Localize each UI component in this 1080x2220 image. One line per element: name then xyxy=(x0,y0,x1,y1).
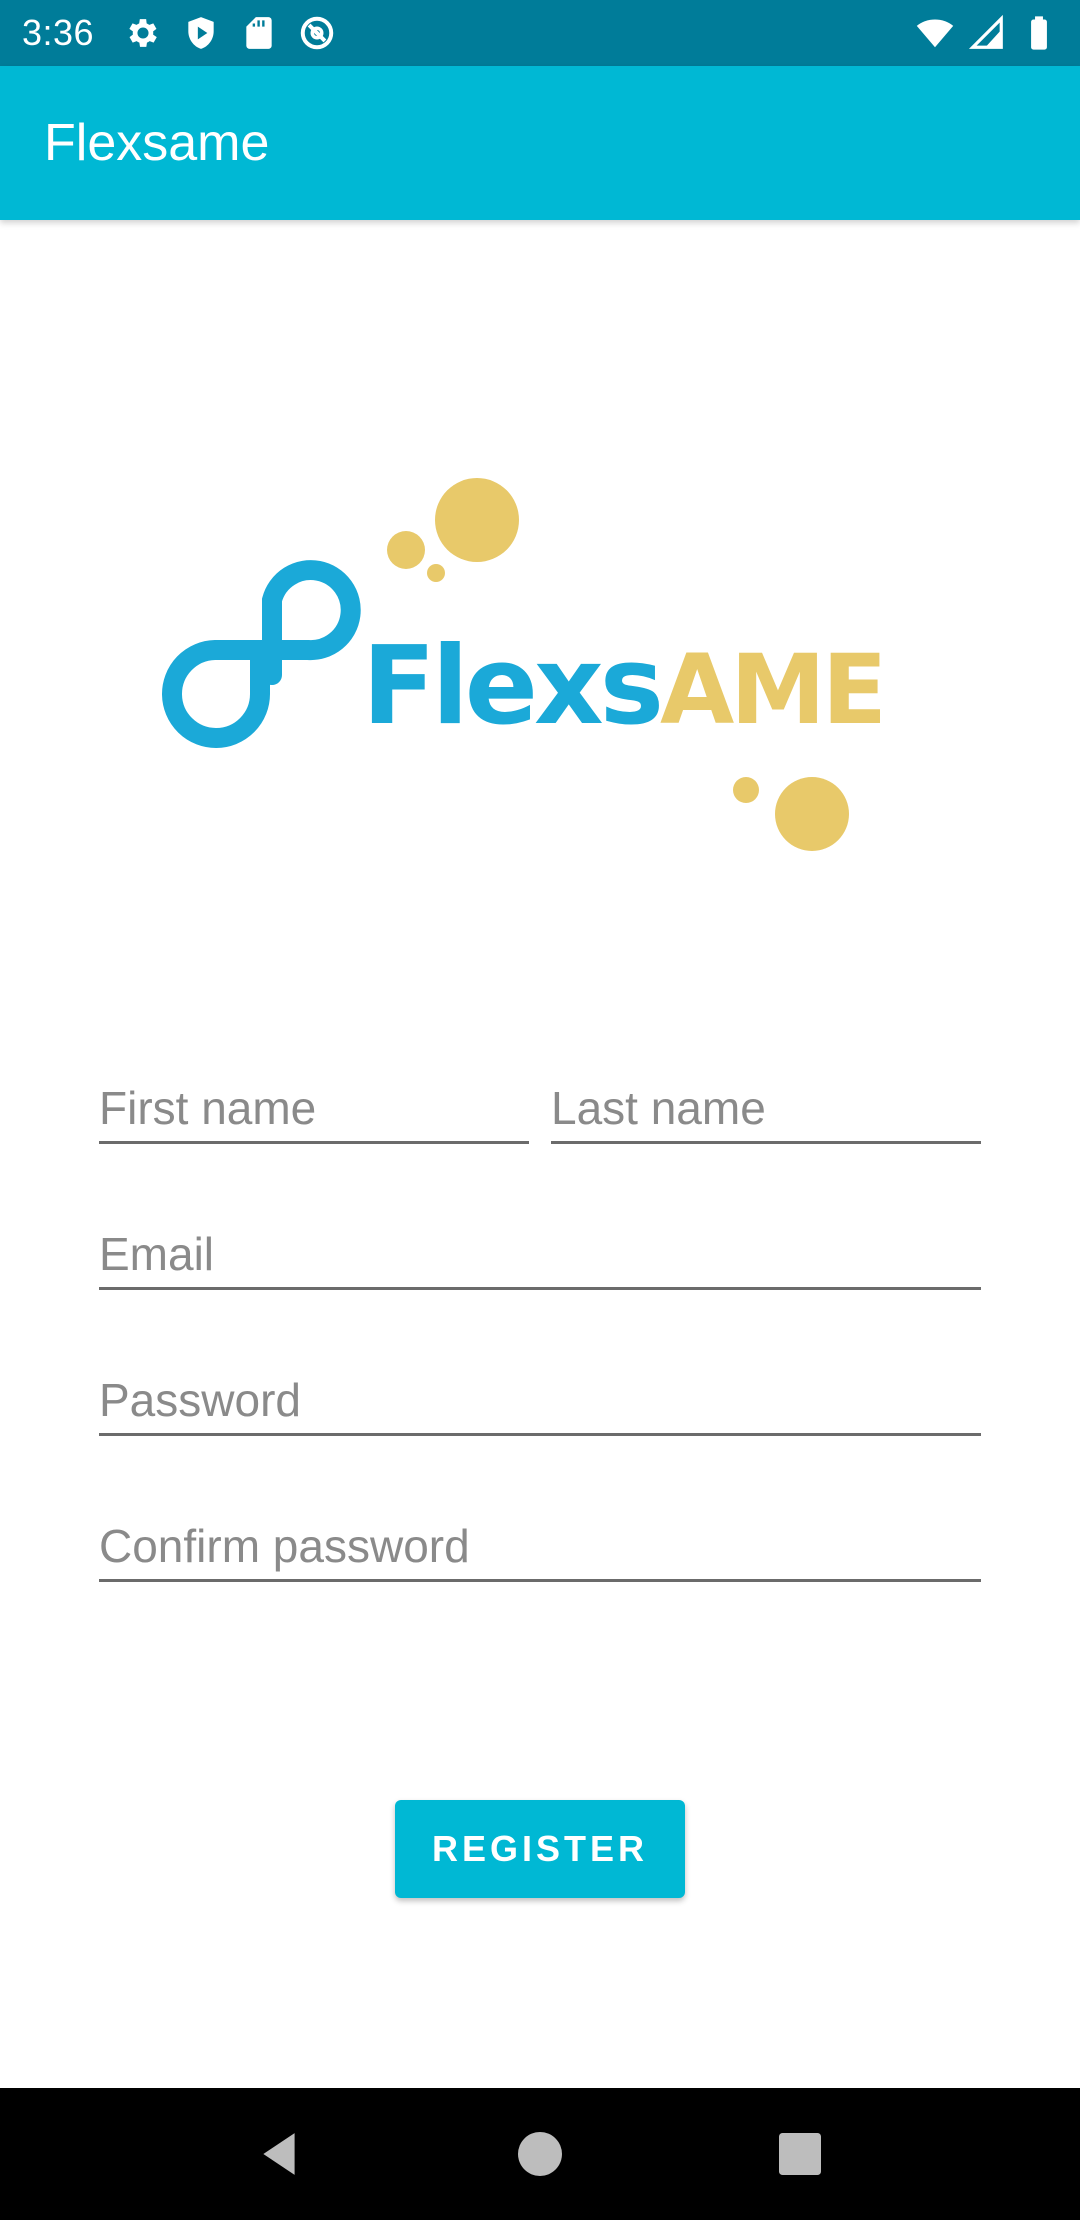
last-name-field-container xyxy=(551,1074,981,1144)
first-name-field-container xyxy=(99,1074,529,1144)
logo-mark xyxy=(162,560,361,748)
logo-bubble-small-bottom xyxy=(733,777,759,803)
logo-bubble-medium-top xyxy=(387,531,425,569)
at-sign-icon xyxy=(300,16,334,50)
shield-icon xyxy=(188,17,214,49)
gear-icon xyxy=(129,19,157,47)
recents-button[interactable] xyxy=(760,2114,840,2194)
sd-card-icon xyxy=(246,17,272,49)
logo-bubble-small-top xyxy=(427,564,445,582)
battery-icon xyxy=(1031,16,1047,50)
status-left: 3:36 xyxy=(22,12,336,54)
app-bar: Flexsame xyxy=(0,66,1080,220)
status-bar: 3:36 xyxy=(0,0,1080,66)
password-field[interactable] xyxy=(99,1366,981,1433)
back-button[interactable] xyxy=(240,2114,320,2194)
last-name-field[interactable] xyxy=(551,1074,981,1141)
status-right xyxy=(916,14,1058,52)
flexsame-logo: FlexsAME xyxy=(162,478,880,851)
home-icon xyxy=(518,2132,562,2176)
email-field[interactable] xyxy=(99,1220,981,1287)
logo-bubble-large-top xyxy=(435,478,519,562)
wifi-icon xyxy=(916,19,954,48)
first-name-field[interactable] xyxy=(99,1074,529,1141)
email-field-container xyxy=(99,1220,981,1290)
logo-text-accent: AME xyxy=(660,634,880,746)
logo-text-primary: Flexs xyxy=(362,624,660,749)
home-button[interactable] xyxy=(500,2114,580,2194)
confirm-password-field-container xyxy=(99,1512,981,1582)
navigation-bar xyxy=(0,2088,1080,2220)
recents-icon xyxy=(779,2133,821,2175)
logo-bubble-large-bottom xyxy=(775,777,849,851)
register-button[interactable]: REGISTER xyxy=(395,1800,685,1898)
status-time: 3:36 xyxy=(22,12,95,53)
signal-icon xyxy=(968,14,1003,49)
logo-text: FlexsAME xyxy=(362,624,880,749)
password-field-container xyxy=(99,1366,981,1436)
back-icon xyxy=(263,2133,295,2175)
confirm-password-field[interactable] xyxy=(99,1512,981,1579)
app-title: Flexsame xyxy=(44,114,270,172)
